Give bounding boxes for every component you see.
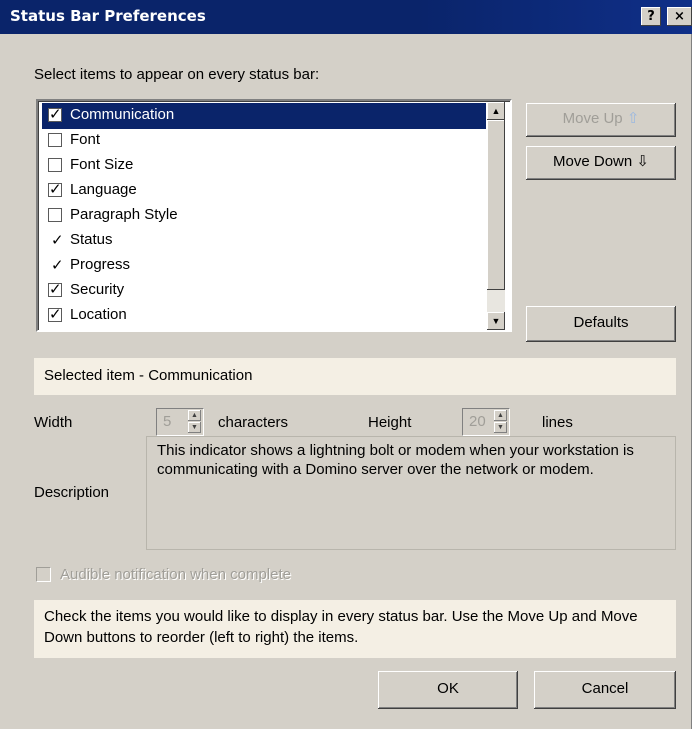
item-checkbox[interactable] — [48, 180, 62, 198]
scroll-up-arrow-icon: ▲ — [491, 106, 501, 116]
item-checkbox[interactable] — [48, 208, 62, 222]
defaults-button[interactable]: Defaults — [526, 306, 676, 342]
width-label: Width — [34, 414, 73, 431]
width-spinner[interactable]: 5 ▲ ▼ — [156, 408, 204, 436]
width-unit: characters — [218, 414, 289, 431]
spin-down-icon[interactable]: ▼ — [188, 422, 201, 433]
check-mark-icon[interactable]: ✓ — [51, 231, 64, 249]
list-item-label: Communication — [70, 106, 175, 123]
help-text: Check the items you would like to displa… — [44, 608, 638, 646]
arrow-down-icon: ⇩ — [636, 153, 649, 170]
scroll-up-button[interactable]: ▲ — [487, 102, 505, 120]
height-unit: lines — [542, 414, 573, 431]
item-checkbox[interactable] — [48, 305, 62, 323]
ok-label: OK — [437, 680, 459, 697]
defaults-label: Defaults — [573, 314, 629, 331]
description-text: This indicator shows a lightning bolt or… — [157, 442, 634, 478]
help-text-panel: Check the items you would like to displa… — [34, 600, 676, 658]
description-box: This indicator shows a lightning bolt or… — [146, 436, 676, 550]
list-item[interactable]: Location — [42, 303, 486, 329]
spin-up-icon[interactable]: ▲ — [494, 410, 507, 421]
list-prompt-label: Select items to appear on every status b… — [34, 66, 320, 83]
list-item-label: Paragraph Style — [70, 206, 178, 223]
arrow-up-icon: ⇧ — [626, 110, 640, 127]
width-value: 5 — [163, 413, 172, 430]
list-item[interactable]: Security — [42, 278, 486, 304]
item-checkbox[interactable] — [48, 105, 62, 123]
item-checkbox[interactable] — [48, 158, 62, 172]
selected-item-text: Selected item - Communication — [44, 367, 253, 384]
list-scrollbar[interactable]: ▲ ▼ — [487, 102, 505, 330]
title-bar[interactable]: Status Bar Preferences ? × — [0, 0, 692, 34]
move-down-label: Move Down — [553, 153, 633, 170]
check-mark-icon[interactable]: ✓ — [51, 256, 64, 274]
status-bar-preferences-dialog: Status Bar Preferences ? × Select items … — [0, 0, 692, 729]
list-item[interactable]: Language — [42, 178, 486, 204]
list-item-label: Security — [70, 281, 125, 298]
close-icon: × — [674, 9, 685, 24]
selected-item-panel: Selected item - Communication — [34, 358, 676, 395]
list-item-label: Progress — [70, 256, 131, 273]
ok-button[interactable]: OK — [378, 671, 518, 709]
move-up-button[interactable]: Move Up ⇧ — [526, 103, 676, 137]
cancel-label: Cancel — [581, 680, 629, 697]
close-button[interactable]: × — [667, 7, 692, 26]
cancel-button[interactable]: Cancel — [534, 671, 676, 709]
list-item-label: Font Size — [70, 156, 134, 173]
list-item[interactable]: Font — [42, 128, 486, 154]
audible-notification-label: Audible notification when complete — [60, 566, 291, 583]
height-label: Height — [368, 414, 412, 431]
list-item-label: Language — [70, 181, 137, 198]
spin-down-icon[interactable]: ▼ — [494, 422, 507, 433]
list-item[interactable]: ✓ Status — [42, 228, 486, 254]
scroll-down-button[interactable]: ▼ — [487, 312, 505, 330]
item-checkbox[interactable] — [48, 133, 62, 147]
item-checkbox[interactable] — [48, 280, 62, 298]
list-item-label: Font — [70, 131, 101, 148]
list-item[interactable]: Paragraph Style — [42, 203, 486, 229]
list-item-label: Status — [70, 231, 113, 248]
list-item[interactable]: ✓ Progress — [42, 253, 486, 279]
height-value: 20 — [469, 413, 486, 430]
list-item-label: Location — [70, 306, 127, 323]
description-label: Description — [34, 484, 110, 501]
scroll-thumb[interactable] — [487, 120, 505, 290]
status-items-listbox[interactable]: Communication Font Font Size Language Paragr… — [36, 99, 512, 332]
move-down-button[interactable]: Move Down ⇩ — [526, 146, 676, 180]
help-button[interactable]: ? — [641, 7, 661, 26]
window-title: Status Bar Preferences — [10, 7, 206, 25]
help-icon: ? — [647, 9, 655, 24]
scroll-down-arrow-icon: ▼ — [491, 316, 501, 326]
spin-up-icon[interactable]: ▲ — [188, 410, 201, 421]
list-item[interactable]: Font Size — [42, 153, 486, 179]
list-item[interactable]: Communication — [42, 103, 486, 129]
move-up-label: Move Up — [562, 110, 623, 127]
height-spinner[interactable]: 20 ▲ ▼ — [462, 408, 510, 436]
audible-notification-checkbox[interactable] — [36, 567, 51, 582]
